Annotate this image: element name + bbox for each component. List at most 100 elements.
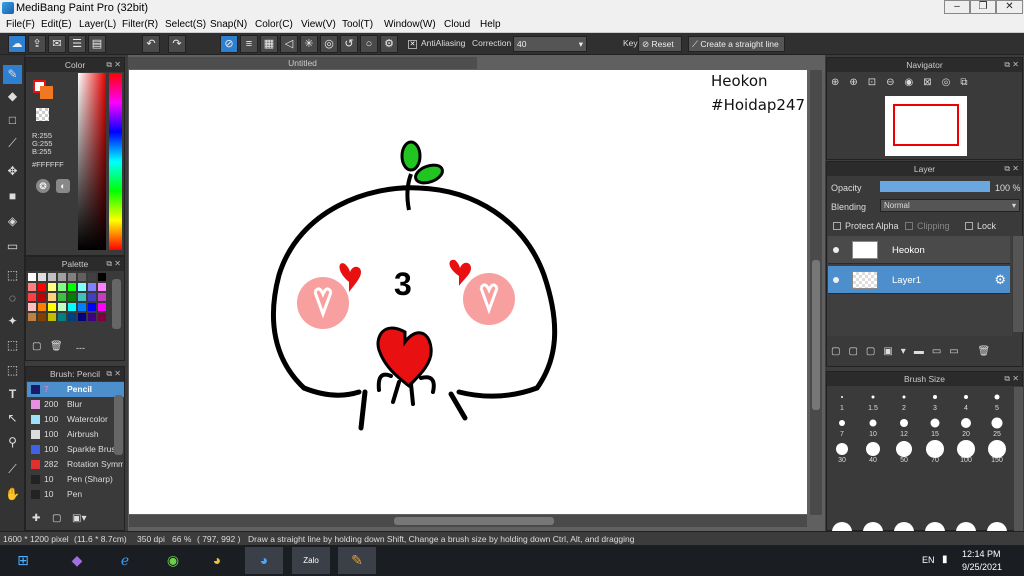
- minimize-button[interactable]: –: [944, 0, 970, 14]
- eraser-tool-icon[interactable]: ◆: [3, 87, 22, 106]
- rectangle-tool-icon[interactable]: □: [3, 111, 22, 130]
- text-tool-icon[interactable]: T: [3, 385, 22, 404]
- grid-snap-icon[interactable]: ▦: [260, 35, 278, 53]
- hand-tool-icon[interactable]: ✋: [3, 485, 22, 504]
- clipping-checkbox[interactable]: [905, 222, 913, 230]
- document-icon[interactable]: ▤: [88, 35, 106, 53]
- drawing-canvas[interactable]: 3 Heokon #Hoidap247: [129, 70, 807, 514]
- brush-size-option[interactable]: [858, 517, 888, 531]
- palette-swatch[interactable]: [78, 273, 86, 281]
- palette-swatch[interactable]: [58, 273, 66, 281]
- layer-actions[interactable]: ▢▢▢▣▾▬▭▭ 🗑: [831, 346, 1021, 362]
- hue-slider[interactable]: [109, 73, 122, 250]
- menu-snap[interactable]: Snap(N): [210, 19, 247, 30]
- brush-item[interactable]: 100 Airbrush: [27, 427, 124, 442]
- color-wheel-icon[interactable]: ❂: [36, 179, 50, 193]
- operation-tool-icon[interactable]: ↖: [3, 409, 22, 428]
- brush-tool-icon[interactable]: ✎: [3, 65, 22, 84]
- palette-swatch[interactable]: [68, 283, 76, 291]
- brush-size-option[interactable]: [982, 517, 1012, 531]
- menu-edit[interactable]: Edit(E): [41, 19, 72, 30]
- palette-swatch[interactable]: [28, 283, 36, 291]
- undo-icon[interactable]: ↶: [142, 35, 160, 53]
- palette-swatch[interactable]: [48, 283, 56, 291]
- tab-untitled[interactable]: Untitled: [128, 57, 477, 69]
- brush-document-icon[interactable]: ▢: [52, 513, 66, 527]
- dot-tool-icon[interactable]: ⟋: [3, 134, 22, 153]
- menu-view[interactable]: View(V): [301, 19, 336, 30]
- brush-size-option[interactable]: 25: [982, 413, 1012, 438]
- maximize-button[interactable]: ❐: [970, 0, 996, 14]
- protect-alpha-checkbox[interactable]: [833, 222, 841, 230]
- palette-swatch[interactable]: [68, 273, 76, 281]
- close-button[interactable]: ✕: [996, 0, 1023, 14]
- add-brush-icon[interactable]: ✚: [32, 513, 46, 527]
- background-color-swatch[interactable]: [40, 86, 53, 99]
- brush-item[interactable]: 100 Sparkle Brush: [27, 442, 124, 457]
- palette-swatch[interactable]: [98, 273, 106, 281]
- bucket-tool-icon[interactable]: ◈: [3, 212, 22, 231]
- brush-size-option[interactable]: 4: [951, 387, 981, 412]
- brush-size-option[interactable]: 10: [858, 413, 888, 438]
- eyedropper-tool-icon[interactable]: ⚲: [3, 433, 22, 452]
- palette-swatch[interactable]: [58, 303, 66, 311]
- brush-size-option[interactable]: 40: [858, 439, 888, 464]
- lock-checkbox[interactable]: [965, 222, 973, 230]
- palette-swatch[interactable]: [28, 273, 36, 281]
- brush-item[interactable]: 282 Rotation Symmetry: [27, 457, 124, 472]
- comment-icon[interactable]: ✉: [48, 35, 66, 53]
- palette-swatch[interactable]: [38, 313, 46, 321]
- palette-swatch[interactable]: [38, 293, 46, 301]
- menu-window[interactable]: Window(W): [384, 19, 436, 30]
- visibility-icon[interactable]: [833, 277, 839, 283]
- magic-wand-icon[interactable]: ✦: [3, 312, 22, 331]
- palette-swatch[interactable]: [68, 293, 76, 301]
- palette-swatch[interactable]: [58, 293, 66, 301]
- vertical-scrollbar[interactable]: [810, 70, 822, 515]
- brush-scrollbar[interactable]: [114, 395, 123, 455]
- brush-size-option[interactable]: 5: [982, 387, 1012, 412]
- palette-swatch[interactable]: [28, 293, 36, 301]
- brush-size-option[interactable]: [889, 517, 919, 531]
- brush-size-option[interactable]: 20: [951, 413, 981, 438]
- palette-swatch[interactable]: [48, 313, 56, 321]
- palette-swatch[interactable]: [28, 313, 36, 321]
- palette-swatch[interactable]: [98, 303, 106, 311]
- palette-swatch[interactable]: [78, 283, 86, 291]
- transparent-swatch[interactable]: [36, 108, 49, 121]
- menu-help[interactable]: Help: [480, 19, 501, 30]
- palette-swatch[interactable]: [68, 303, 76, 311]
- visibility-icon[interactable]: [833, 247, 839, 253]
- zalo-icon[interactable]: Zalo: [292, 547, 330, 574]
- parallel-snap-icon[interactable]: ≡: [240, 35, 258, 53]
- language-indicator[interactable]: EN: [922, 555, 935, 565]
- panel-controls-icon[interactable]: ⧉ ✕: [106, 367, 121, 381]
- gradient-tool-icon[interactable]: ▭: [3, 237, 22, 256]
- brush-item[interactable]: 10 Pen: [27, 487, 124, 502]
- palette-swatch[interactable]: [98, 313, 106, 321]
- visual-studio-icon[interactable]: ◆: [58, 547, 96, 574]
- brush-size-option[interactable]: 7: [827, 413, 857, 438]
- menu-layer[interactable]: Layer(L): [79, 19, 116, 30]
- select-rect-icon[interactable]: ⬚: [3, 266, 22, 285]
- redo-icon[interactable]: ↷: [168, 35, 186, 53]
- chrome-active-icon[interactable]: ◕: [245, 547, 283, 574]
- brush-size-option[interactable]: 12: [889, 413, 919, 438]
- panel-controls-icon[interactable]: ⧉ ✕: [1004, 372, 1019, 386]
- move-tool-icon[interactable]: ✥: [3, 162, 22, 181]
- menu-file[interactable]: File(F): [6, 19, 35, 30]
- palette-swatch[interactable]: [88, 273, 96, 281]
- app-icon-green[interactable]: ◉: [154, 547, 192, 574]
- navigator-viewport[interactable]: [893, 104, 959, 146]
- fill-rect-tool-icon[interactable]: ■: [3, 187, 22, 206]
- navigator-preview[interactable]: [885, 96, 967, 156]
- palette-swatch[interactable]: [68, 313, 76, 321]
- palette-swatch[interactable]: [88, 283, 96, 291]
- palette-swatch[interactable]: [38, 273, 46, 281]
- internet-explorer-icon[interactable]: ℯ: [106, 547, 144, 574]
- brush-item[interactable]: 100 Watercolor: [27, 412, 124, 427]
- divide-tool-icon[interactable]: ⟋: [3, 460, 22, 479]
- palette-swatch[interactable]: [88, 293, 96, 301]
- panel-controls-icon[interactable]: ⧉ ✕: [106, 257, 121, 271]
- brush-item[interactable]: 7 Pencil: [27, 382, 124, 397]
